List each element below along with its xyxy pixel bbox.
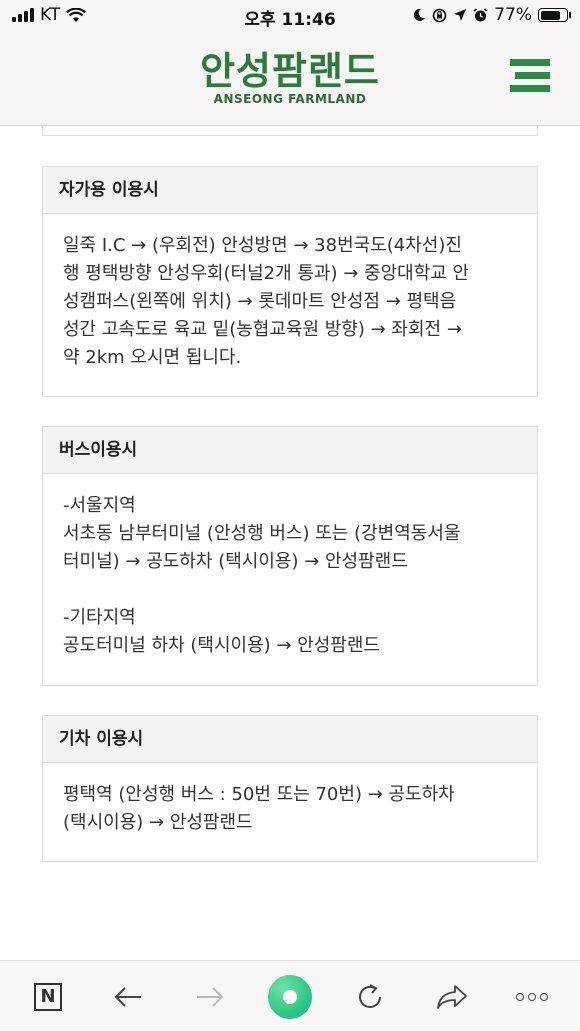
green-home-button[interactable] [268,975,312,1019]
section-title: 자가용 이용시 [43,167,537,214]
green-dot-icon[interactable] [268,975,312,1019]
section-body: -서울지역 서초동 남부터미널 (안성행 버스) 또는 (강변역동서울 터미널)… [43,474,537,660]
previous-box-bottom [42,126,538,136]
alarm-icon [473,7,488,21]
forward-arrow-icon[interactable] [188,975,232,1019]
location-icon [454,9,467,21]
status-bar: KT 오후 11:46 77% [0,0,580,30]
section-title: 버스이용시 [43,427,537,474]
section-train: 기차 이용시 평택역 (안성행 버스 : 50번 또는 70번) → 공도하차 … [42,715,538,862]
battery-icon [538,8,571,22]
site-header: 안성팜랜드 ANSEONG FARMLAND [0,30,580,126]
logo-korean: 안성팜랜드 [200,49,380,93]
naver-n-icon[interactable]: N [26,975,70,1019]
status-right: 77% [412,5,571,25]
naver-n-label: N [34,983,62,1011]
share-icon[interactable] [430,975,474,1019]
site-logo[interactable]: 안성팜랜드 ANSEONG FARMLAND [0,50,580,106]
section-text: -서울지역 서초동 남부터미널 (안성행 버스) 또는 (강변역동서울 터미널)… [63,495,461,656]
section-title: 기차 이용시 [43,716,537,763]
section-text: 일죽 I.C → (우회전) 안성방면 → 38번국도(4차선)진 행 평택방향… [63,235,470,368]
back-arrow-icon[interactable] [106,975,150,1019]
section-text: 평택역 (안성행 버스 : 50번 또는 70번) → 공도하차 (택시이용) … [63,784,455,833]
section-body: 일죽 I.C → (우회전) 안성방면 → 38번국도(4차선)진 행 평택방향… [43,214,537,372]
rotation-lock-icon [432,8,447,22]
battery-percent: 77% [494,5,532,25]
section-bus: 버스이용시 -서울지역 서초동 남부터미널 (안성행 버스) 또는 (강변역동서… [42,426,538,686]
more-icon[interactable] [510,975,554,1019]
logo-english: ANSEONG FARMLAND [213,92,367,106]
refresh-icon[interactable] [348,975,392,1019]
browser-toolbar: N [0,960,580,1031]
hamburger-menu-icon[interactable] [510,59,550,93]
section-body: 평택역 (안성행 버스 : 50번 또는 70번) → 공도하차 (택시이용) … [43,763,537,837]
moon-icon [414,8,426,21]
section-car: 자가용 이용시 일죽 I.C → (우회전) 안성방면 → 38번국도(4차선)… [42,166,538,397]
